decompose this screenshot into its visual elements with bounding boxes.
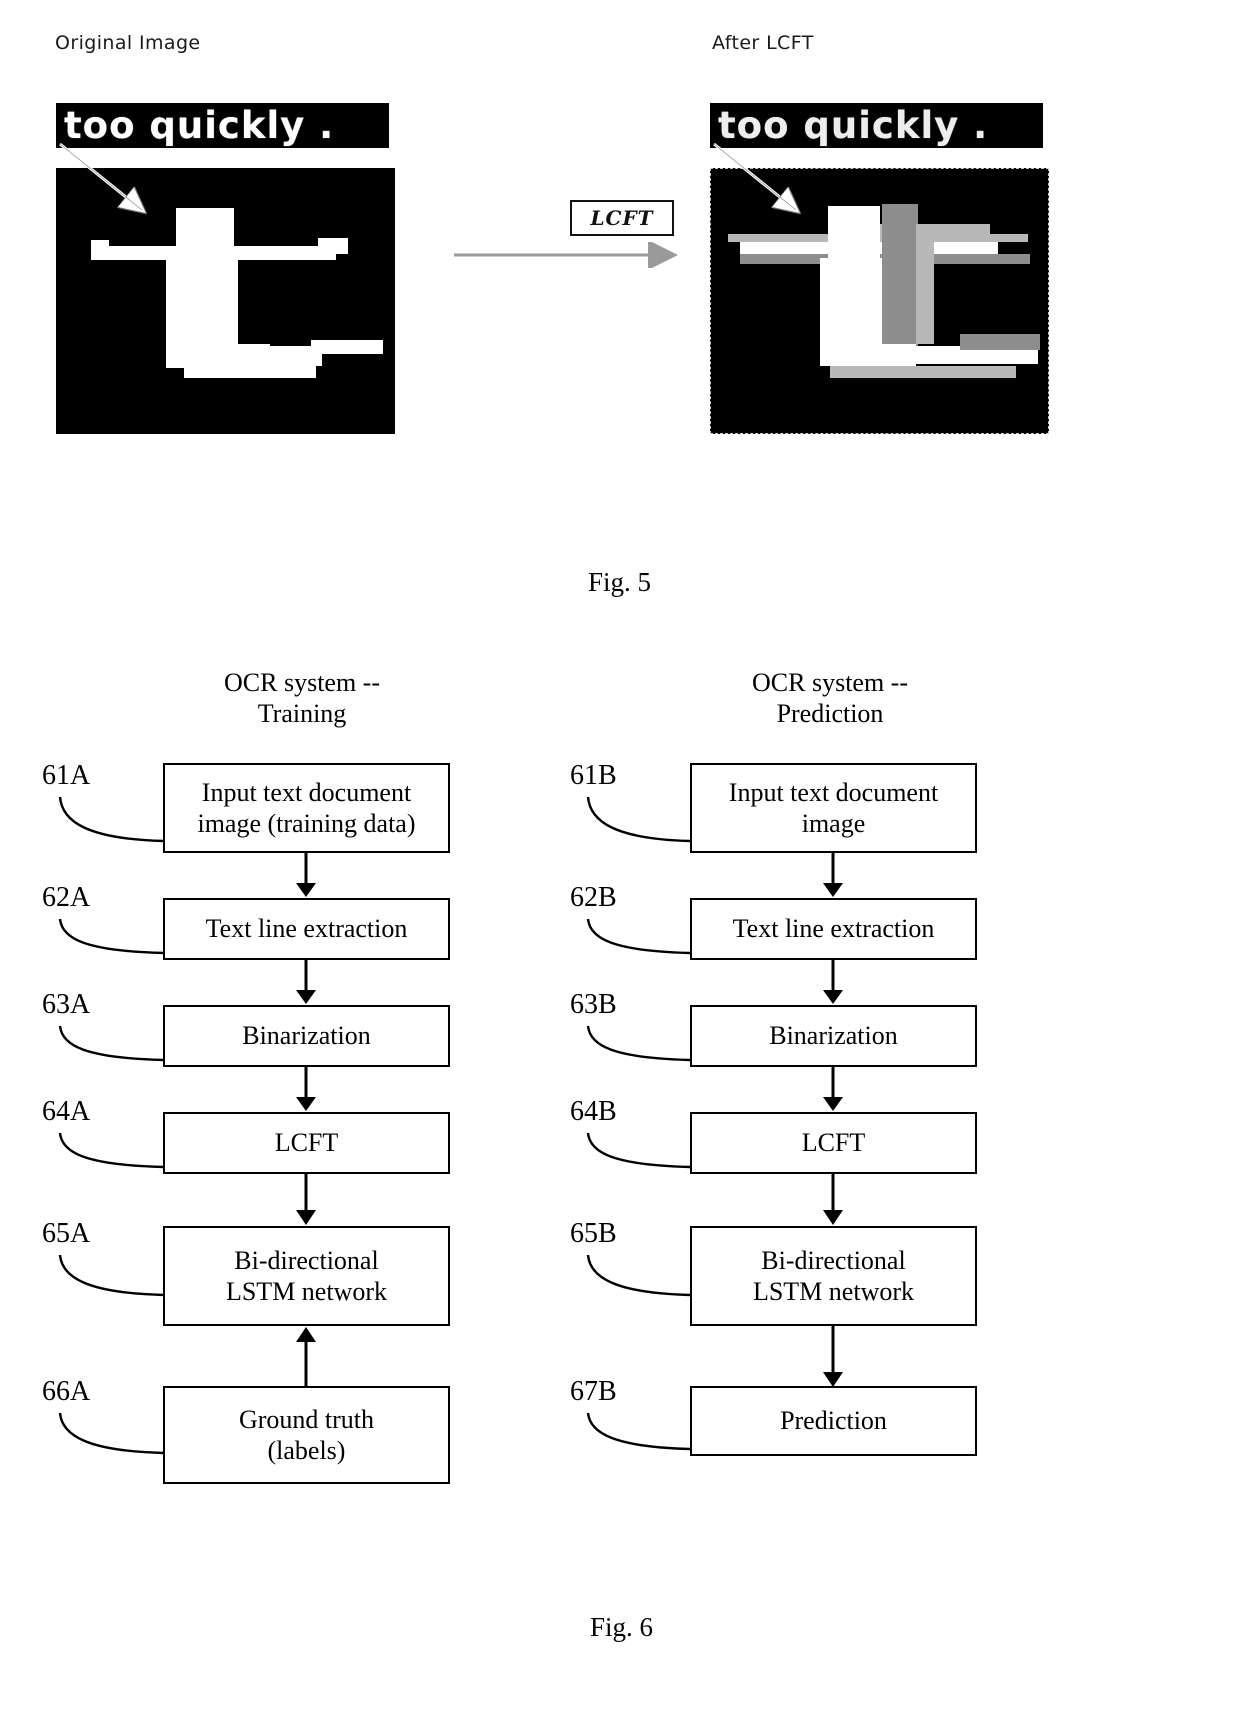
- leader-line-61A: [58, 796, 165, 843]
- ref-label-64A: 64A: [42, 1096, 91, 1127]
- flow-box-63A[interactable]: Binarization: [163, 1005, 450, 1067]
- flow-box-62A[interactable]: Text line extraction: [163, 898, 450, 960]
- ref-label-63A: 63A: [42, 989, 91, 1020]
- connector-61A-62A: [296, 853, 316, 897]
- connector-66A-65A: [296, 1327, 316, 1386]
- flow-box-64A[interactable]: LCFT: [163, 1112, 450, 1174]
- leader-line-64B: [586, 1132, 691, 1169]
- flow-box-63B[interactable]: Binarization: [690, 1005, 977, 1067]
- figure-5: Original Image After LCFT too quickly . …: [0, 0, 1240, 620]
- ref-label-66A: 66A: [42, 1376, 91, 1407]
- leader-line-62A: [58, 918, 165, 955]
- ref-label-61A: 61A: [42, 760, 91, 791]
- ref-label-65B: 65B: [570, 1218, 617, 1249]
- flow-box-65B[interactable]: Bi-directional LSTM network: [690, 1226, 977, 1326]
- connector-62A-63A: [296, 960, 316, 1004]
- flow-box-65A[interactable]: Bi-directional LSTM network: [163, 1226, 450, 1326]
- connector-64B-65B: [823, 1174, 843, 1225]
- figure-5-caption: Fig. 5: [588, 567, 652, 597]
- leader-line-67B: [586, 1412, 691, 1451]
- flow-box-66A[interactable]: Ground truth (labels): [163, 1386, 450, 1484]
- ref-label-62A: 62A: [42, 882, 91, 913]
- connector-63B-64B: [823, 1067, 843, 1111]
- figure-6: OCR system -- Training OCR system -- Pre…: [0, 620, 1240, 1721]
- leader-line-61B: [586, 796, 691, 843]
- after-lcft-label: After LCFT: [712, 32, 814, 54]
- leader-line-63A: [58, 1025, 165, 1062]
- flow-box-61B[interactable]: Input text document image: [690, 763, 977, 853]
- figure-6-caption: Fig. 6: [590, 1612, 654, 1642]
- flow-box-67B[interactable]: Prediction: [690, 1386, 977, 1456]
- after-lcft-magnify-arrow: [713, 142, 850, 228]
- connector-62B-63B: [823, 960, 843, 1004]
- connector-63A-64A: [296, 1067, 316, 1111]
- training-column-title: OCR system -- Training: [224, 668, 380, 728]
- original-magnify-arrow: [59, 142, 196, 228]
- ref-label-62B: 62B: [570, 882, 617, 913]
- original-image-label: Original Image: [55, 32, 201, 54]
- connector-65B-67B: [823, 1326, 843, 1387]
- leader-line-62B: [586, 918, 691, 955]
- flow-box-61A[interactable]: Input text document image (training data…: [163, 763, 450, 853]
- ref-label-67B: 67B: [570, 1376, 617, 1407]
- ref-label-65A: 65A: [42, 1218, 91, 1249]
- connector-64A-65A: [296, 1174, 316, 1225]
- leader-line-63B: [586, 1025, 691, 1062]
- ref-label-61B: 61B: [570, 760, 617, 791]
- leader-line-64A: [58, 1132, 165, 1169]
- leader-line-66A: [58, 1412, 165, 1455]
- ref-label-64B: 64B: [570, 1096, 617, 1127]
- leader-line-65A: [58, 1254, 165, 1297]
- lcft-transform-box: LCFT: [570, 200, 674, 236]
- lcft-transform-arrow: [454, 242, 678, 268]
- ref-label-63B: 63B: [570, 989, 617, 1020]
- flow-box-64B[interactable]: LCFT: [690, 1112, 977, 1174]
- connector-61B-62B: [823, 853, 843, 897]
- prediction-column-title: OCR system -- Prediction: [752, 668, 908, 728]
- lcft-transform-label: LCFT: [590, 206, 654, 230]
- flow-box-62B[interactable]: Text line extraction: [690, 898, 977, 960]
- leader-line-65B: [586, 1254, 691, 1297]
